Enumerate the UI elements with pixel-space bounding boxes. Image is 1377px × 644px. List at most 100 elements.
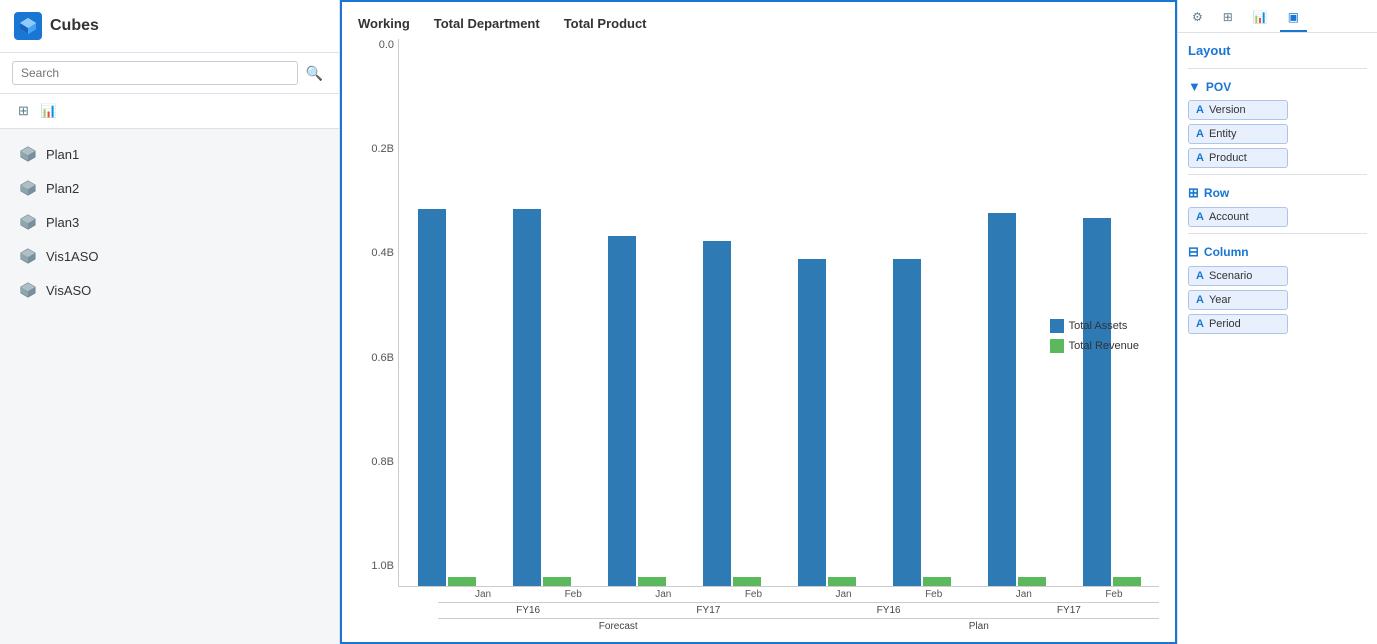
right-panel-content: Layout ▼ POV AVersionAEntityAProduct ⊞ R… (1178, 33, 1377, 644)
right-tab-settings[interactable]: ⚙ (1184, 4, 1211, 32)
main-chart-area: Working Total Department Total Product 0.0… (340, 0, 1177, 644)
bar-revenue (638, 577, 666, 586)
right-tab-layout[interactable]: ⊞ (1215, 4, 1241, 32)
x-month-label: Feb (1069, 589, 1159, 600)
x-scenario-labels: ForecastPlan (438, 618, 1159, 632)
search-container: 🔍 (0, 53, 339, 94)
row-label: Row (1204, 186, 1229, 200)
x-month-label: Jan (979, 589, 1069, 600)
grid-nav-icon[interactable]: ⊞ (12, 100, 35, 122)
y-axis-label: 0.4B (358, 247, 394, 259)
chart-header-label: Total Product (564, 16, 647, 31)
layout-title: Layout (1188, 43, 1367, 58)
app-logo (14, 12, 42, 40)
column-label: Column (1204, 245, 1249, 259)
x-fy-label: FY16 (799, 602, 979, 616)
legend-label: Total Revenue (1069, 340, 1139, 352)
chart-nav-icon[interactable]: 📊 (35, 100, 63, 122)
chip-letter: A (1196, 270, 1204, 282)
bar-revenue (733, 577, 761, 586)
x-month-label: Feb (708, 589, 798, 600)
y-axis-label: 0.0 (358, 39, 394, 51)
bar-assets (418, 209, 446, 586)
cube-list: Plan1 Plan2 Plan3 Vis1ASO (0, 129, 339, 644)
sidebar-item-visaso[interactable]: VisASO (0, 273, 339, 307)
chip-label: Account (1209, 211, 1249, 223)
bar-revenue (828, 577, 856, 586)
cube-icon (18, 246, 38, 266)
bar-assets (798, 259, 826, 586)
search-input[interactable] (12, 61, 298, 85)
column-chip-year[interactable]: A Year (1188, 290, 1288, 310)
column-chip-period[interactable]: A Period (1188, 314, 1288, 334)
bar-assets (893, 259, 921, 586)
sidebar-item-label: VisASO (46, 283, 91, 298)
bar-revenue (1018, 577, 1046, 586)
sidebar-item-plan1[interactable]: Plan1 (0, 137, 339, 171)
y-axis-label: 1.0B (358, 560, 394, 572)
pov-chips: AVersionAEntityAProduct (1188, 100, 1367, 168)
row-section-header: ⊞ Row (1188, 185, 1367, 201)
y-axis-label: 0.8B (358, 456, 394, 468)
y-axis-label: 0.2B (358, 143, 394, 155)
sidebar: Cubes 🔍 ⊞ 📊 Plan1 Plan2 Plan (0, 0, 340, 644)
filter-icon: ▼ (1188, 79, 1201, 94)
sidebar-header: Cubes (0, 0, 339, 53)
column-chips: A Scenario A Year A Period (1188, 266, 1367, 334)
column-chip-scenario[interactable]: A Scenario (1188, 266, 1288, 286)
sidebar-item-label: Plan1 (46, 147, 79, 162)
chip-label: Year (1209, 294, 1231, 306)
legend-item: Total Revenue (1050, 339, 1139, 353)
search-button[interactable]: 🔍 (302, 63, 327, 84)
pov-label: POV (1206, 80, 1231, 94)
sidebar-item-plan3[interactable]: Plan3 (0, 205, 339, 239)
bar-revenue (1113, 577, 1141, 586)
sidebar-item-label: Plan3 (46, 215, 79, 230)
x-month-label: Feb (889, 589, 979, 600)
chip-label: Scenario (1209, 270, 1252, 282)
right-panel: ⚙⊞📊▣ Layout ▼ POV AVersionAEntityAProduc… (1177, 0, 1377, 644)
bar-assets (513, 209, 541, 586)
chip-label: Version (1209, 104, 1246, 116)
x-month-label: Feb (528, 589, 618, 600)
pov-section-header: ▼ POV (1188, 79, 1367, 94)
chip-label: Period (1209, 318, 1241, 330)
right-tab-chart[interactable]: 📊 (1245, 4, 1276, 32)
legend-label: Total Assets (1069, 320, 1128, 332)
chart-area: 0.00.2B0.4B0.6B0.8B1.0B JanFebJanFebJanF… (358, 39, 1159, 632)
x-scenario-label: Plan (799, 618, 1160, 632)
column-icon: ⊟ (1188, 244, 1199, 260)
pov-chip-version[interactable]: A Version (1188, 100, 1288, 120)
right-tab-view[interactable]: ▣ (1280, 4, 1307, 32)
nav-icons-bar: ⊞ 📊 (0, 94, 339, 129)
chip-letter: A (1196, 104, 1204, 116)
sidebar-item-vis1aso[interactable]: Vis1ASO (0, 239, 339, 273)
pov-chip-product[interactable]: AProduct (1188, 148, 1288, 168)
bar-group (684, 39, 779, 586)
right-panel-tabs: ⚙⊞📊▣ (1178, 0, 1377, 33)
sidebar-item-label: Vis1ASO (46, 249, 99, 264)
bars-container (398, 39, 1159, 587)
chart-header-label: Working (358, 16, 410, 31)
bar-revenue (448, 577, 476, 586)
legend-item: Total Assets (1050, 319, 1139, 333)
x-month-label: Jan (799, 589, 889, 600)
chip-letter: A (1196, 152, 1204, 164)
chip-letter: A (1196, 294, 1204, 306)
pov-chip-entity[interactable]: AEntity (1188, 124, 1288, 144)
bar-group (969, 39, 1064, 586)
row-chips: AAccount (1188, 207, 1367, 227)
row-chip-account[interactable]: AAccount (1188, 207, 1288, 227)
sidebar-item-label: Plan2 (46, 181, 79, 196)
cube-icon (18, 280, 38, 300)
bar-assets (1083, 218, 1111, 586)
x-fy-labels: FY16FY17FY16FY17 (438, 602, 1159, 616)
bar-revenue (923, 577, 951, 586)
chart-header-label: Total Department (434, 16, 540, 31)
chip-letter: A (1196, 318, 1204, 330)
chart-header: Working Total Department Total Product (358, 16, 1159, 31)
row-icon: ⊞ (1188, 185, 1199, 201)
chip-label: Entity (1209, 128, 1237, 140)
sidebar-item-plan2[interactable]: Plan2 (0, 171, 339, 205)
cube-icon (18, 178, 38, 198)
